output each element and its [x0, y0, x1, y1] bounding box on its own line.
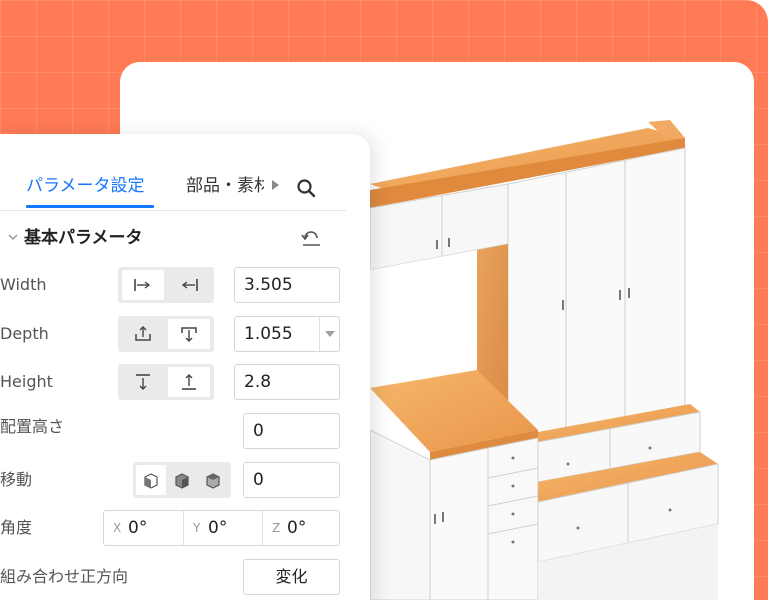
angle-z-input[interactable]: Z 0°	[262, 511, 341, 545]
reset-icon[interactable]	[300, 229, 322, 247]
section-title: 基本パラメータ	[24, 228, 143, 248]
move-row: 移動 0	[0, 462, 346, 498]
placement-height-label: 配置高さ	[0, 417, 65, 436]
move-mode-2-button[interactable]	[167, 465, 197, 495]
angle-label: 角度	[0, 518, 33, 537]
axis-z-label: Z	[272, 521, 281, 535]
align-front-icon	[135, 326, 151, 341]
tab-parameter-settings[interactable]: パラメータ設定	[26, 174, 145, 198]
width-row: Width 3.505	[0, 267, 346, 303]
angle-z-value: 0°	[287, 518, 307, 538]
move-input[interactable]: 0	[243, 462, 340, 498]
depth-value: 1.055	[244, 324, 293, 344]
cube-icon	[206, 473, 220, 489]
move-mode-group	[133, 462, 231, 498]
depth-anchor-front-button[interactable]	[122, 319, 164, 349]
depth-anchor-group	[118, 316, 214, 352]
search-icon[interactable]	[296, 178, 316, 198]
height-anchor-top-button[interactable]	[122, 367, 164, 397]
align-top-icon	[136, 374, 150, 390]
angle-x-value: 0°	[128, 518, 148, 538]
angle-row: 角度 X 0° Y 0° Z 0°	[0, 510, 346, 546]
chevron-down-icon[interactable]	[319, 317, 339, 351]
angle-y-input[interactable]: Y 0°	[183, 511, 262, 545]
move-mode-3-button[interactable]	[198, 465, 228, 495]
width-input[interactable]: 3.505	[234, 267, 340, 303]
angle-x-input[interactable]: X 0°	[104, 511, 183, 545]
chevron-down-icon[interactable]	[7, 231, 19, 243]
height-row: Height 2.8	[0, 364, 346, 400]
align-left-icon	[134, 279, 151, 291]
move-label: 移動	[0, 470, 33, 489]
combine-direction-label: 組み合わせ正方向	[0, 567, 129, 586]
width-anchor-group	[118, 267, 214, 303]
cube-icon	[144, 473, 158, 489]
height-label: Height	[0, 372, 53, 391]
depth-select[interactable]: 1.055	[234, 316, 340, 352]
align-right-icon	[181, 279, 198, 291]
depth-row: Depth 1.055	[0, 316, 346, 352]
section-header-basic-params[interactable]: 基本パラメータ	[0, 226, 346, 252]
axis-y-label: Y	[193, 521, 201, 535]
active-tab-indicator	[26, 205, 154, 208]
depth-anchor-back-button[interactable]	[168, 319, 210, 349]
align-back-icon	[181, 327, 197, 342]
combine-direction-row: 組み合わせ正方向 変化	[0, 559, 346, 595]
axis-x-label: X	[113, 521, 122, 535]
move-mode-1-button[interactable]	[136, 465, 166, 495]
angle-input-group: X 0° Y 0° Z 0°	[103, 510, 340, 546]
width-anchor-right-button[interactable]	[168, 270, 210, 300]
tab-parts-materials[interactable]: 部品・素材	[186, 174, 264, 198]
change-button[interactable]: 変化	[243, 559, 340, 595]
parameter-panel: パラメータ設定 部品・素材 基本パラメータ Width 3.505 Depth …	[0, 134, 370, 600]
furniture-3d-view[interactable]	[370, 112, 740, 600]
placement-height-row: 配置高さ 0	[0, 413, 346, 449]
width-label: Width	[0, 275, 47, 294]
depth-label: Depth	[0, 324, 49, 343]
width-anchor-left-button[interactable]	[122, 270, 164, 300]
align-bottom-icon	[182, 374, 196, 390]
panel-tabs: パラメータ設定 部品・素材	[0, 134, 346, 211]
placement-height-input[interactable]: 0	[243, 413, 340, 449]
tab-scroll-arrow-icon[interactable]	[272, 180, 279, 190]
height-anchor-bottom-button[interactable]	[168, 367, 210, 397]
height-input[interactable]: 2.8	[234, 364, 340, 400]
cube-icon	[175, 473, 189, 489]
height-anchor-group	[118, 364, 214, 400]
angle-y-value: 0°	[208, 518, 228, 538]
